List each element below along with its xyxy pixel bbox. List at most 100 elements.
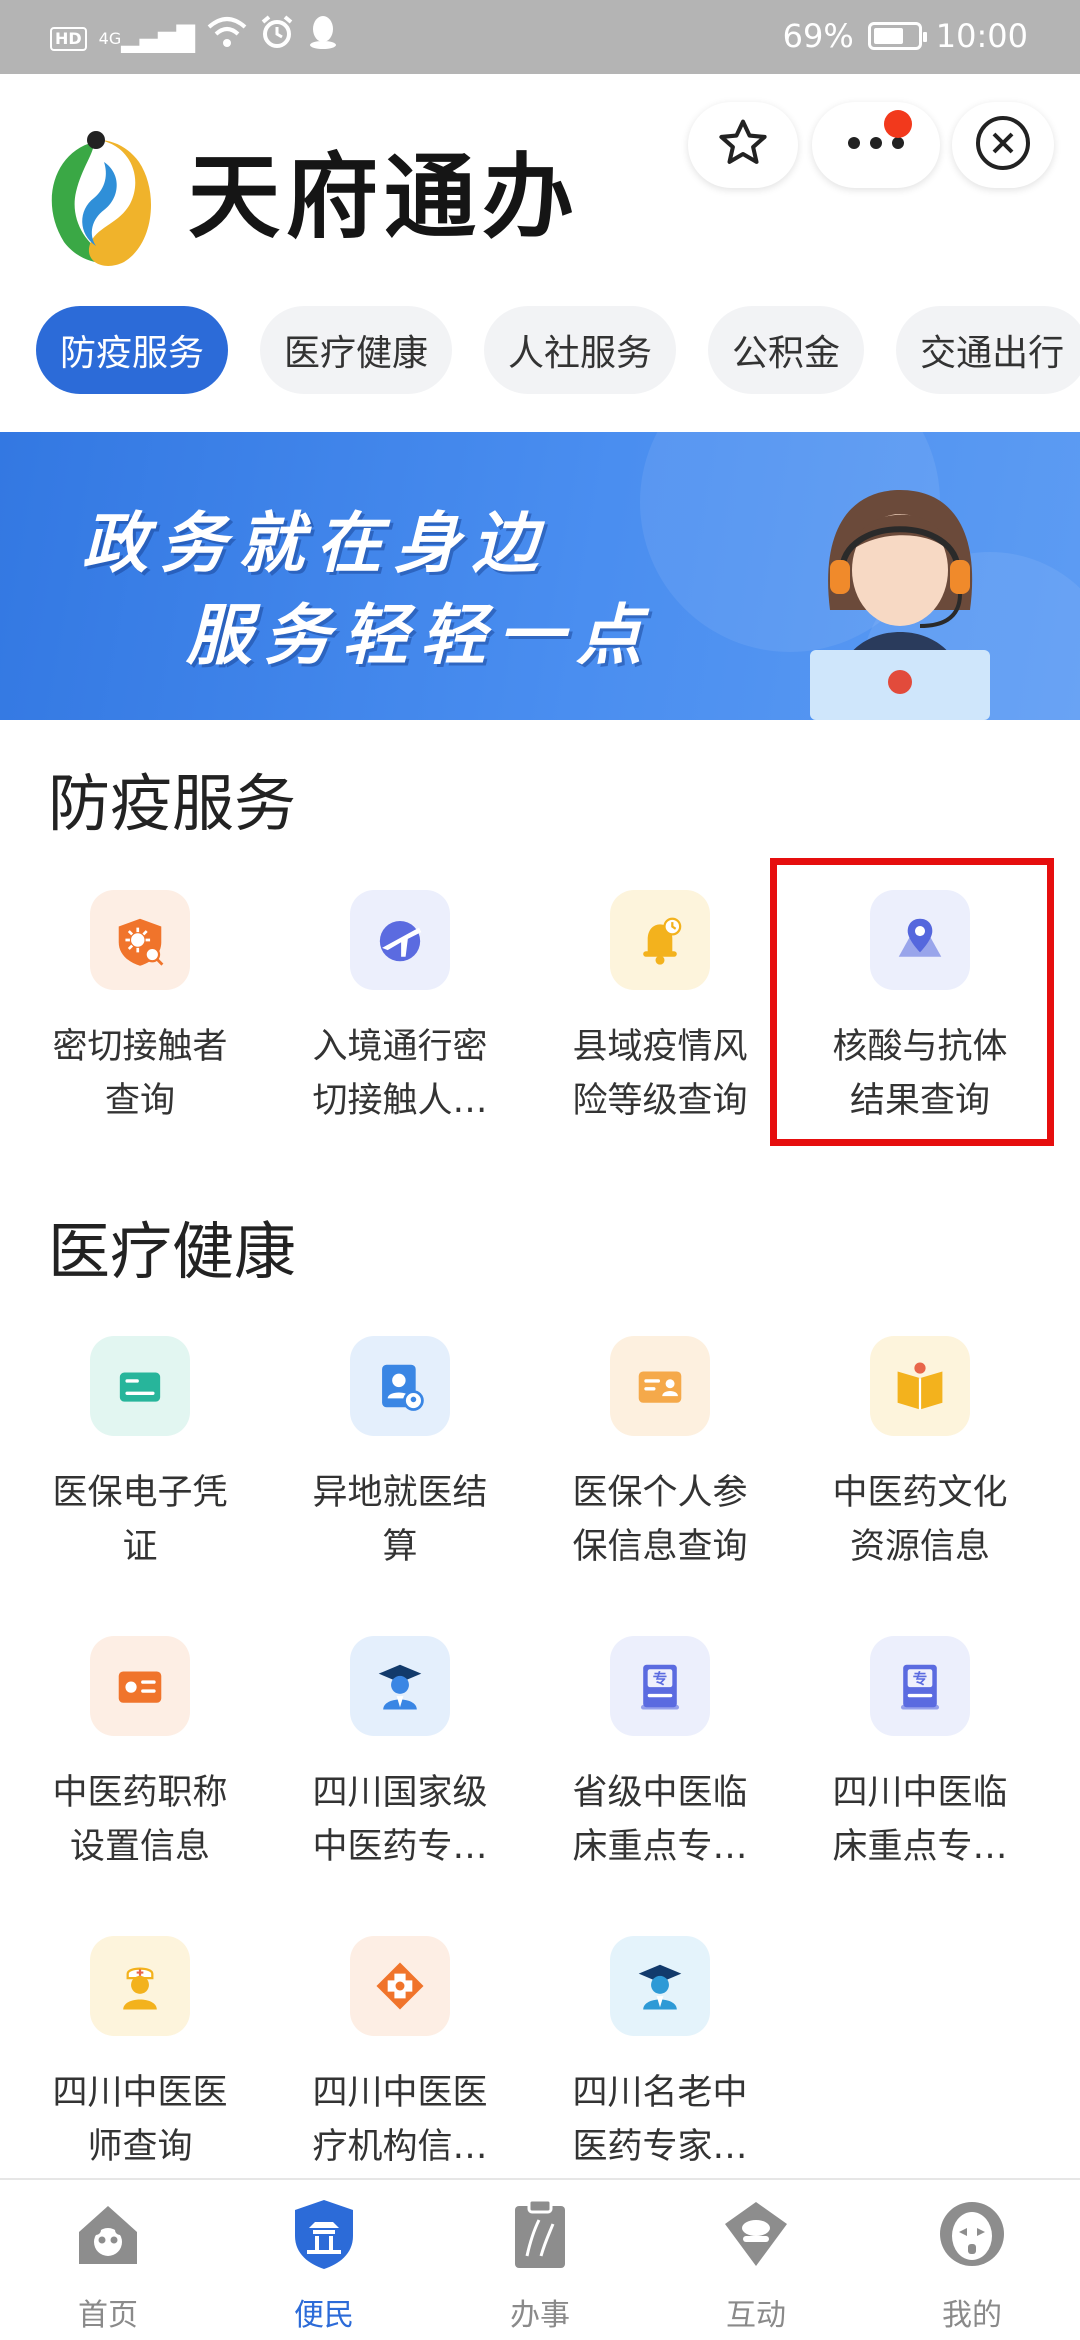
wifi-icon: [207, 15, 247, 62]
service-tile[interactable]: 专四川中医临床重点专…: [790, 1636, 1050, 1874]
qq-icon: [307, 14, 339, 63]
status-bar: HD 4G▂▄▆█ 69% 10:00: [0, 0, 1080, 74]
tab-label: 公积金: [732, 333, 841, 374]
service-tile[interactable]: 四川中医医师查询: [10, 1936, 270, 2174]
service-tile[interactable]: 异地就医结算: [270, 1336, 530, 1574]
tab-transportation[interactable]: 交通出行: [896, 306, 1080, 394]
close-button[interactable]: [952, 102, 1054, 188]
service-tile[interactable]: 县域疫情风险等级查询: [530, 890, 790, 1128]
graduate-icon: [610, 1936, 710, 2036]
service-tile[interactable]: 医保个人参保信息查询: [530, 1336, 790, 1574]
favorite-button[interactable]: [688, 102, 798, 188]
open-book-icon: [870, 1336, 970, 1436]
service-tile[interactable]: 专省级中医临床重点专…: [530, 1636, 790, 1874]
nav-label-mine: 我的: [942, 2298, 1002, 2333]
bottom-navigation: 首页 便民 办事 互动 我的: [0, 2178, 1080, 2340]
section-title-medical: 医疗健康: [48, 1215, 297, 1288]
medical-health-grid: 医保电子凭证 异地就医结算 医保个人参保信息查询 中医药文化资源信息中医药职称设置信息…: [10, 1336, 1070, 2174]
battery-icon: [867, 22, 927, 50]
certificate-icon: [90, 1636, 190, 1736]
svg-text:专: 专: [913, 1670, 928, 1688]
service-tile[interactable]: 入境通行密切接触人…: [270, 890, 530, 1128]
service-tile-label: 省级中医临床重点专…: [572, 1773, 748, 1867]
tab-social-security[interactable]: 人社服务: [484, 306, 677, 394]
opera-mask-icon: [937, 2198, 1007, 2270]
tab-label: 人社服务: [508, 333, 653, 374]
service-tile-label: 四川中医医师查询: [52, 2073, 228, 2167]
nav-convenience[interactable]: 便民: [216, 2180, 432, 2340]
category-tabs: 防疫服务 医疗健康 人社服务 公积金 交通出行: [36, 306, 1080, 394]
tab-label: 防疫服务: [60, 333, 205, 374]
service-tile-label: 四川名老中医药专家…: [572, 2073, 748, 2167]
service-tile-label: 县域疫情风险等级查询: [572, 1027, 748, 1121]
home-panda-icon: [73, 2198, 143, 2270]
nav-label-affairs: 办事: [510, 2298, 570, 2333]
service-tile[interactable]: 四川名老中医药专家…: [530, 1936, 790, 2174]
service-tile[interactable]: 四川中医医疗机构信…: [270, 1936, 530, 2174]
star-icon: [716, 116, 770, 174]
service-tile-label: 密切接触者查询: [52, 1027, 228, 1121]
service-tile[interactable]: 中医药职称设置信息: [10, 1636, 270, 1874]
promo-banner[interactable]: 政务就在身边 服务轻轻一点: [0, 432, 1080, 720]
nav-interact[interactable]: 互动: [648, 2180, 864, 2340]
interact-icon: [721, 2198, 791, 2270]
user-location-icon: [350, 1336, 450, 1436]
card-icon: [90, 1336, 190, 1436]
nav-label-convenience: 便民: [294, 2298, 354, 2333]
specialist-book-icon: 专: [610, 1636, 710, 1736]
tab-label: 医疗健康: [284, 333, 429, 374]
service-tile-label: 医保电子凭证: [52, 1473, 228, 1567]
nav-label-interact: 互动: [726, 2298, 786, 2333]
service-tile-label: 医保个人参保信息查询: [572, 1473, 748, 1567]
nav-affairs[interactable]: 办事: [432, 2180, 648, 2340]
clipboard-icon: [505, 2198, 575, 2270]
service-tile[interactable]: 密切接触者查询: [10, 890, 270, 1128]
close-circle-icon: [974, 114, 1032, 176]
tab-housing-fund[interactable]: 公积金: [708, 306, 865, 394]
notification-dot: [884, 110, 912, 138]
service-tile-label: 中医药职称设置信息: [52, 1773, 228, 1867]
service-tile-label: 中医药文化资源信息: [832, 1473, 1008, 1567]
service-tile[interactable]: 中医药文化资源信息: [790, 1336, 1050, 1574]
customer-service-illustration-icon: [790, 460, 1020, 720]
highlight-annotation-box: [770, 858, 1054, 1146]
more-button[interactable]: [812, 102, 940, 188]
alarm-bell-icon: [610, 890, 710, 990]
service-tile-label: 四川中医临床重点专…: [832, 1773, 1008, 1867]
banner-slogan-line1: 政务就在身边: [82, 504, 550, 582]
battery-level: [873, 28, 903, 44]
nurse-icon: [90, 1936, 190, 2036]
virus-search-icon: [90, 890, 190, 990]
nav-home[interactable]: 首页: [0, 2180, 216, 2340]
app-logo-icon: [34, 122, 164, 272]
tab-label: 交通出行: [920, 333, 1065, 374]
plane-globe-icon: [350, 890, 450, 990]
banner-slogan-line2: 服务轻轻一点: [186, 596, 654, 674]
service-tile-label: 四川国家级中医药专…: [312, 1773, 488, 1867]
app-title: 天府通办: [188, 143, 581, 251]
svg-text:专: 专: [653, 1670, 668, 1688]
alarm-icon: [259, 14, 295, 63]
section-title-epidemic: 防疫服务: [48, 767, 297, 840]
graduate-icon: [350, 1636, 450, 1736]
network-tag-hd: HD: [50, 26, 87, 51]
shield-temple-icon: [289, 2198, 359, 2270]
mini-program-capsule: [688, 102, 1054, 188]
clock: 10:00: [935, 17, 1028, 55]
service-tile-label: 入境通行密切接触人…: [312, 1027, 488, 1121]
network-tag-4g: 4G: [98, 28, 122, 48]
nav-mine[interactable]: 我的: [864, 2180, 1080, 2340]
service-tile[interactable]: 医保电子凭证: [10, 1336, 270, 1574]
id-card-icon: [610, 1336, 710, 1436]
battery-percent: 69%: [782, 17, 854, 55]
nav-label-home: 首页: [78, 2298, 138, 2333]
specialist-book-icon: 专: [870, 1636, 970, 1736]
service-tile-label: 异地就医结算: [312, 1473, 488, 1567]
app-header: 天府通办: [0, 74, 1080, 294]
medical-cross-icon: [350, 1936, 450, 2036]
tab-medical-health[interactable]: 医疗健康: [260, 306, 453, 394]
tab-epidemic-services[interactable]: 防疫服务: [36, 306, 229, 394]
signal-icon: 4G▂▄▆█: [98, 24, 196, 53]
service-tile[interactable]: 四川国家级中医药专…: [270, 1636, 530, 1874]
service-tile-label: 四川中医医疗机构信…: [312, 2073, 488, 2167]
